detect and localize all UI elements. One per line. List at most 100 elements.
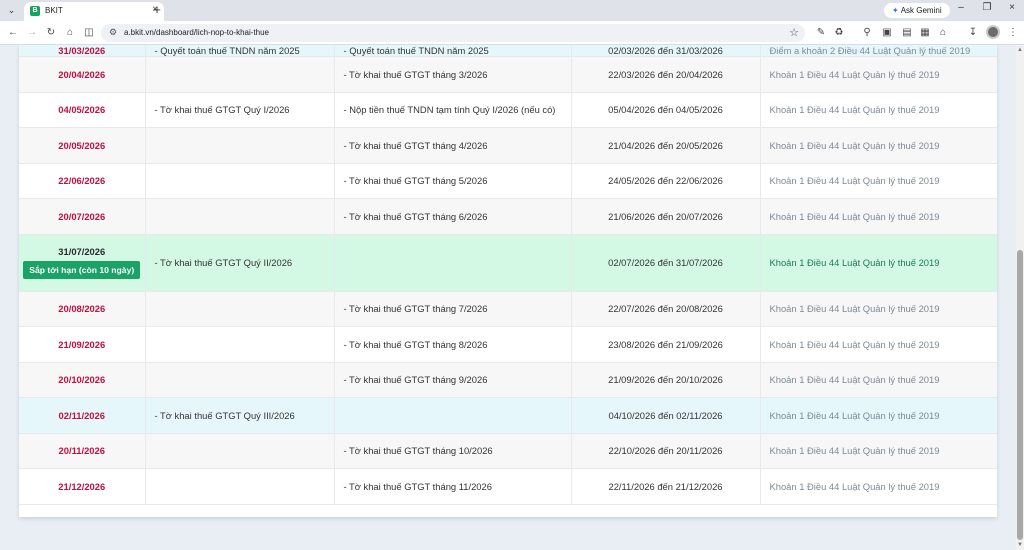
filing-period-cell: 22/07/2026 đến 20/08/2026 xyxy=(571,291,761,327)
scroll-up-arrow-icon[interactable]: ▲ xyxy=(1017,47,1023,53)
deadline-date-cell: 20/10/2026 xyxy=(19,362,146,398)
monthly-declaration-cell: - Tờ khai thuế GTGT tháng 7/2026 xyxy=(334,291,572,327)
table-row: 20/10/2026 - Tờ khai thuế GTGT tháng 9/20… xyxy=(19,362,997,398)
filing-period-cell: 21/04/2026 đến 20/05/2026 xyxy=(571,127,761,164)
monthly-declaration-cell: - Tờ khai thuế GTGT tháng 4/2026 xyxy=(334,127,572,164)
monthly-declaration-cell xyxy=(334,397,572,434)
deadline-date-cell: 31/07/2026 Sắp tới hạn (còn 10 ngày) xyxy=(19,234,146,292)
browser-tab[interactable]: B BKIT × xyxy=(24,2,164,21)
gemini-sparkle-icon: ✦ xyxy=(892,6,899,15)
deadline-date-cell: 22/06/2026 xyxy=(19,163,146,199)
table-row: 20/04/2026 - Tờ khai thuế GTGT tháng 3/20… xyxy=(19,56,997,93)
table-row: 31/03/2026 - Quyết toán thuế TNDN năm 202… xyxy=(19,45,997,57)
ask-gemini-button[interactable]: ✦ Ask Gemini xyxy=(884,3,950,18)
filing-period-cell: 05/04/2026 đến 04/05/2026 xyxy=(571,92,761,128)
quarterly-declaration-cell xyxy=(145,468,335,505)
quarterly-declaration-cell: - Tờ khai thuế GTGT Quý I/2026 xyxy=(145,92,335,128)
deadline-date: 20/11/2026 xyxy=(58,445,105,457)
table-row: 02/11/2026 - Tờ khai thuế GTGT Quý III/20… xyxy=(19,397,997,434)
deadline-date: 31/03/2026 xyxy=(58,45,106,56)
deadline-date-cell: 31/03/2026 xyxy=(19,45,146,57)
deadline-date-wrap: 22/06/2026 xyxy=(28,175,136,186)
filing-period-cell: 24/05/2026 đến 22/06/2026 xyxy=(571,163,761,199)
deadline-date: 22/06/2026 xyxy=(58,175,106,187)
quarterly-declaration-cell xyxy=(145,291,335,327)
reading-mode-icon[interactable]: ▤ xyxy=(900,26,914,40)
legal-basis-cell: Khoản 1 Điều 44 Luật Quản lý thuế 2019 xyxy=(760,56,997,93)
minimize-window-icon[interactable]: – xyxy=(954,2,968,13)
deadline-date-wrap: 31/03/2026 xyxy=(28,45,136,56)
deadline-date: 20/08/2026 xyxy=(58,303,106,315)
legal-basis-cell: Khoản 1 Điều 44 Luật Quản lý thuế 2019 xyxy=(760,468,997,505)
table-row: 20/07/2026 - Tờ khai thuế GTGT tháng 6/20… xyxy=(19,198,997,235)
table-row: 22/06/2026 - Tờ khai thuế GTGT tháng 5/20… xyxy=(19,163,997,199)
quarterly-declaration-cell: - Tờ khai thuế GTGT Quý III/2026 xyxy=(145,397,335,434)
url-text[interactable]: a.bkit.vn/dashboard/lich-nop-to-khai-thu… xyxy=(124,28,269,37)
deadline-date-wrap: 20/08/2026 xyxy=(28,303,136,314)
monthly-declaration-cell: - Tờ khai thuế GTGT tháng 5/2026 xyxy=(334,163,572,199)
deadline-date: 20/07/2026 xyxy=(58,210,106,222)
table-row: 20/11/2026 - Tờ khai thuế GTGT tháng 10/2… xyxy=(19,433,997,469)
deadline-date-wrap: 20/05/2026 xyxy=(28,140,136,151)
browser-toolbar: ← → ↻ ⌂ ◫ ⚙ a.bkit.vn/dashboard/lich-nop… xyxy=(0,21,1024,45)
restore-window-icon[interactable]: ❐ xyxy=(980,2,994,13)
scrollbar-thumb[interactable] xyxy=(1017,250,1023,540)
bank-icon[interactable]: ⌂ xyxy=(936,26,950,40)
password-key-icon[interactable]: ⚲ xyxy=(860,26,874,40)
deadline-date-wrap: 04/05/2026 xyxy=(28,104,136,115)
reload-icon[interactable]: ↻ xyxy=(44,26,58,40)
deadline-date-wrap: 20/04/2026 xyxy=(28,69,136,80)
address-bar[interactable]: ⚙ a.bkit.vn/dashboard/lich-nop-to-khai-t… xyxy=(101,24,805,42)
quarterly-declaration-cell xyxy=(145,56,335,93)
filing-period-cell: 21/06/2026 đến 20/07/2026 xyxy=(571,198,761,235)
tab-list-chevron-icon[interactable]: ⌄ xyxy=(4,3,19,18)
legal-basis-cell: Khoản 1 Điều 44 Luật Quản lý thuế 2019 xyxy=(760,326,997,363)
close-window-icon[interactable]: × xyxy=(1005,2,1019,13)
deadline-date-wrap: 20/11/2026 xyxy=(28,445,136,456)
deadline-date: 21/12/2026 xyxy=(58,480,106,492)
deadline-date-cell: 20/07/2026 xyxy=(19,198,146,235)
more-menu-icon[interactable]: ⋮ xyxy=(1006,26,1020,40)
forward-arrow-icon[interactable]: → xyxy=(25,26,39,40)
home-icon[interactable]: ⌂ xyxy=(63,26,77,40)
deadline-date: 02/11/2026 xyxy=(58,409,105,421)
monthly-declaration-cell: - Tờ khai thuế GTGT tháng 3/2026 xyxy=(334,56,572,93)
new-tab-plus-icon[interactable]: + xyxy=(150,2,164,17)
table-row: 04/05/2026 - Tờ khai thuế GTGT Quý I/2026… xyxy=(19,92,997,128)
payment-card-icon[interactable]: ▣ xyxy=(880,26,894,40)
site-info-icon[interactable]: ⚙ xyxy=(109,27,117,38)
table-row: 20/08/2026 - Tờ khai thuế GTGT tháng 7/20… xyxy=(19,291,997,327)
deadline-date-cell: 21/09/2026 xyxy=(19,326,146,363)
deadline-date-wrap: 21/12/2026 xyxy=(28,481,136,492)
legal-basis-cell: Điểm a khoản 2 Điều 44 Luật Quản lý thuế… xyxy=(760,45,997,57)
filing-period-cell: 21/09/2026 đến 20/10/2026 xyxy=(571,362,761,398)
profile-avatar[interactable] xyxy=(986,25,1000,39)
legal-basis-cell: Khoản 1 Điều 44 Luật Quản lý thuế 2019 xyxy=(760,291,997,327)
bookmark-star-icon[interactable]: ☆ xyxy=(789,26,799,39)
quarterly-declaration-cell xyxy=(145,326,335,363)
deadline-date: 20/05/2026 xyxy=(58,139,106,151)
legal-basis-cell: Khoản 1 Điều 44 Luật Quản lý thuế 2019 xyxy=(760,127,997,164)
deadline-date-wrap: 02/11/2026 xyxy=(28,410,136,421)
deadline-date: 04/05/2026 xyxy=(58,104,106,116)
monthly-declaration-cell: - Tờ khai thuế GTGT tháng 11/2026 xyxy=(334,468,572,505)
page-scrollbar[interactable]: ▲ ▼ xyxy=(1016,45,1024,550)
pen-extension-icon[interactable]: ✎ xyxy=(814,26,828,40)
table-tool-icon[interactable]: ▦ xyxy=(918,26,932,40)
quarterly-declaration-cell xyxy=(145,127,335,164)
page-viewport: 31/03/2026 - Quyết toán thuế TNDN năm 202… xyxy=(0,45,1016,550)
extensions-puzzle-icon[interactable]: ♻ xyxy=(832,26,846,40)
download-icon[interactable]: ↧ xyxy=(966,26,980,40)
bkit-favicon-icon: B xyxy=(30,6,40,16)
monthly-declaration-cell: - Tờ khai thuế GTGT tháng 9/2026 xyxy=(334,362,572,398)
deadline-date-wrap: 21/09/2026 xyxy=(28,339,136,350)
quarterly-declaration-cell xyxy=(145,163,335,199)
monthly-declaration-cell: - Tờ khai thuế GTGT tháng 6/2026 xyxy=(334,198,572,235)
legal-basis-cell: Khoản 1 Điều 44 Luật Quản lý thuế 2019 xyxy=(760,234,997,292)
scroll-down-arrow-icon[interactable]: ▼ xyxy=(1017,542,1023,548)
deadline-date: 21/09/2026 xyxy=(58,338,106,350)
back-arrow-icon[interactable]: ← xyxy=(6,26,20,40)
tax-schedule-table: 31/03/2026 - Quyết toán thuế TNDN năm 202… xyxy=(19,45,997,505)
monthly-declaration-cell: - Tờ khai thuế GTGT tháng 10/2026 xyxy=(334,433,572,469)
side-panel-icon[interactable]: ◫ xyxy=(82,26,96,40)
